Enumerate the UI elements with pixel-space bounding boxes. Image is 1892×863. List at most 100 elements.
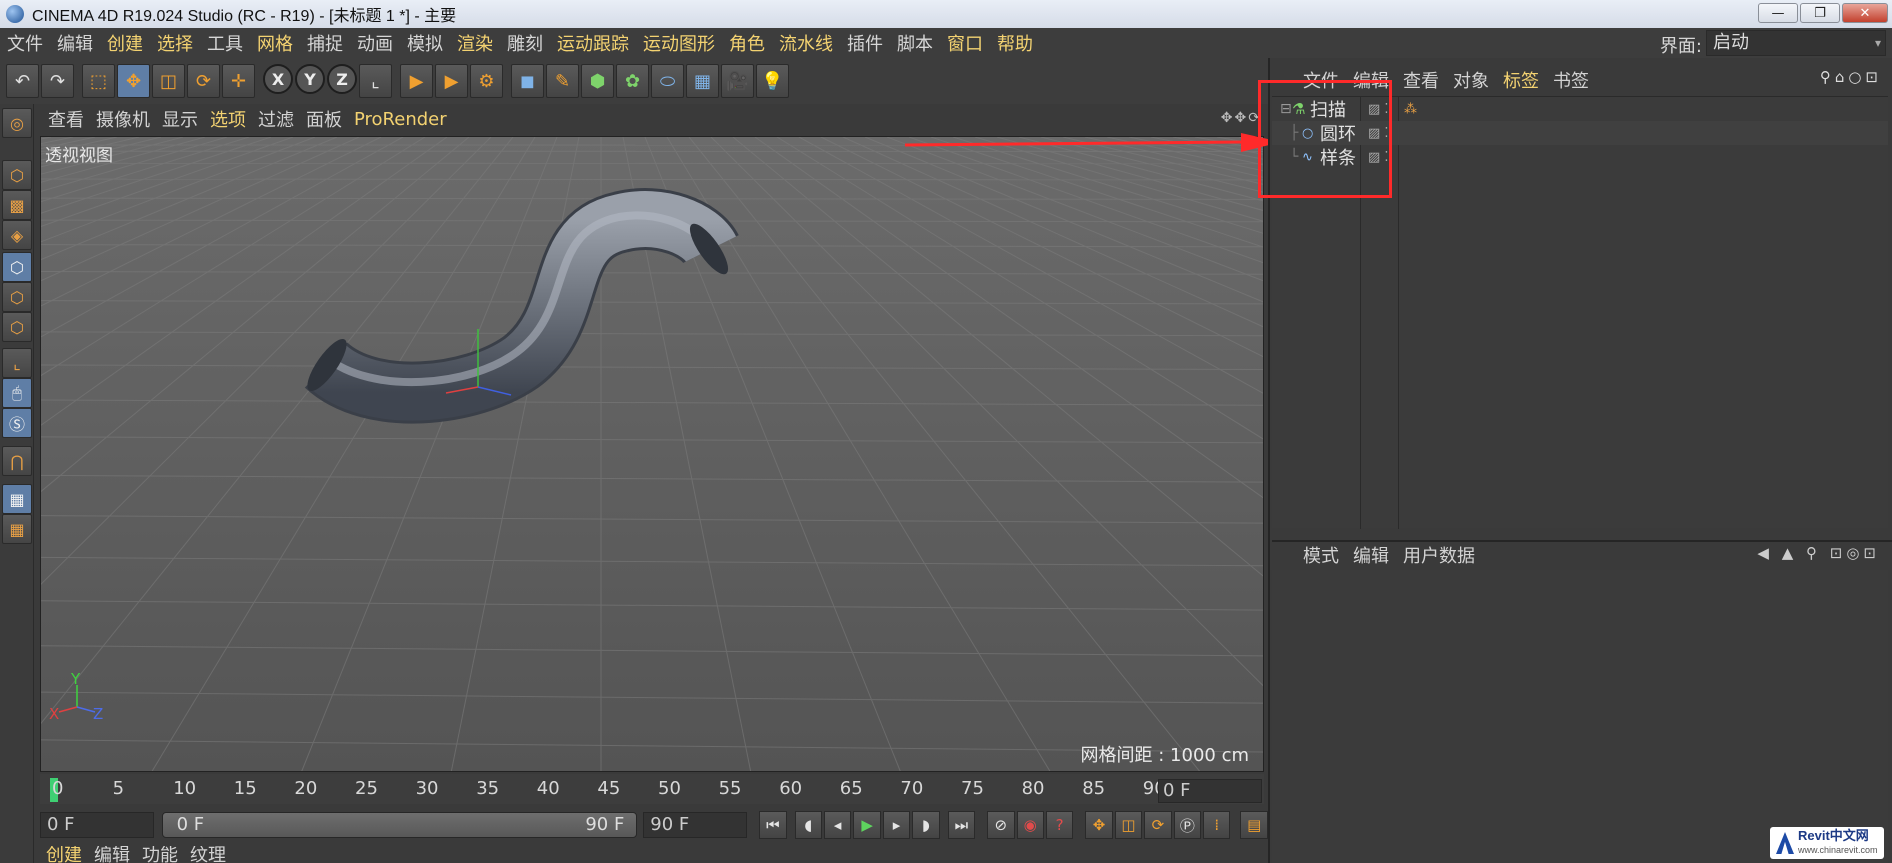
perspective-viewport[interactable]: Y X Z 透视视图 网格间距 : 1000 cm [40, 136, 1264, 772]
move-tool-icon[interactable]: ✥ [117, 64, 150, 98]
snap-icon[interactable]: ⋂ [2, 446, 32, 476]
x-axis-lock-button[interactable]: X [263, 64, 293, 94]
menu-item[interactable]: 工具 [200, 30, 250, 56]
phong-tag-icon[interactable]: ⁂ [1404, 102, 1417, 117]
pen-spline-icon[interactable]: ✎ [546, 64, 579, 98]
menu-item[interactable]: 脚本 [890, 30, 940, 56]
menu-item[interactable]: 动画 [350, 30, 400, 56]
attribute-manager-menu-item[interactable]: 用户数据 [1396, 542, 1482, 568]
attribute-manager-toolbar-icons[interactable]: ◀ ▲ ⚲ ⊡◎⊡ [1757, 544, 1880, 562]
object-manager-menu-item[interactable]: 对象 [1446, 67, 1496, 93]
attribute-manager-menu-item[interactable]: 编辑 [1346, 542, 1396, 568]
redo-button[interactable]: ↷ [41, 64, 74, 98]
points-mode-icon[interactable]: ⬡ [2, 252, 32, 282]
camera-icon[interactable]: 🎥 [721, 64, 754, 98]
next-frame-icon[interactable]: ▸ [882, 811, 911, 839]
subdivision-surface-icon[interactable]: ⬢ [581, 64, 614, 98]
recent-tool-icon[interactable]: ✛ [222, 64, 255, 98]
object-manager-menu-item[interactable]: 书签 [1546, 67, 1596, 93]
menu-item[interactable]: 窗口 [940, 30, 990, 56]
bottom-tab[interactable]: 创建 [40, 846, 88, 863]
menu-item[interactable]: 网格 [250, 30, 300, 56]
menu-item[interactable]: 选择 [150, 30, 200, 56]
viewport-menu-item[interactable]: 过滤 [252, 106, 300, 132]
attribute-manager-menu-item[interactable]: 模式 [1296, 542, 1346, 568]
menu-item[interactable]: 插件 [840, 30, 890, 56]
restore-button[interactable]: ❐ [1800, 3, 1840, 23]
menu-item[interactable]: 雕刻 [500, 30, 550, 56]
object-manager-menu-item[interactable]: 查看 [1396, 67, 1446, 93]
coordinate-system-icon[interactable]: ⌞ [359, 64, 392, 98]
object-manager-menu-item[interactable]: 标签 [1496, 67, 1546, 93]
tweak-mode-icon[interactable]: 🖱 [2, 378, 32, 408]
menu-item[interactable]: 文件 [0, 30, 50, 56]
render-picture-viewer-icon[interactable]: ▶ [435, 64, 468, 98]
menu-item[interactable]: 运动跟踪 [550, 30, 636, 56]
make-editable-icon[interactable]: ◎ [2, 108, 32, 138]
rotate-tool-icon[interactable]: ⟳ [187, 64, 220, 98]
keyframe-selection-icon[interactable]: ? [1045, 811, 1074, 839]
end-frame-field[interactable]: 90 F [643, 812, 748, 838]
viewport-menu-item[interactable]: 面板 [300, 106, 348, 132]
scale-tool-icon[interactable]: ◫ [152, 64, 185, 98]
solo-mode-icon[interactable]: Ⓢ [2, 408, 32, 438]
floor-scene-icon[interactable]: ▦ [686, 64, 719, 98]
record-keys-icon[interactable]: ⊘ [987, 811, 1015, 839]
menu-item[interactable]: 帮助 [990, 30, 1040, 56]
key-pla-icon[interactable]: ⁞ [1203, 811, 1231, 839]
viewport-menu-item[interactable]: ProRender [348, 109, 453, 130]
bottom-tab[interactable]: 编辑 [88, 846, 136, 863]
workplane-lock-icon[interactable]: ▦ [2, 484, 32, 514]
play-forward-icon[interactable]: ▶ [853, 811, 881, 839]
menu-item[interactable]: 运动图形 [636, 30, 722, 56]
bottom-tab[interactable]: 纹理 [184, 846, 232, 863]
texture-mode-icon[interactable]: ▩ [2, 190, 32, 220]
viewport-menu-item[interactable]: 查看 [42, 106, 90, 132]
viewport-navigation-icons[interactable]: ✥✥⟳ [1221, 110, 1262, 126]
edges-mode-icon[interactable]: ⬡ [2, 282, 32, 312]
bottom-tab[interactable]: 功能 [136, 846, 184, 863]
axis-mode-icon[interactable]: ⌞ [2, 348, 32, 378]
z-axis-lock-button[interactable]: Z [327, 64, 357, 94]
next-key-icon[interactable]: ◗ [912, 811, 940, 839]
undo-button[interactable]: ↶ [6, 64, 39, 98]
key-scale-icon[interactable]: ◫ [1114, 811, 1143, 839]
live-selection-icon[interactable]: ⬚ [82, 64, 115, 98]
start-frame-field[interactable]: 0 F [40, 812, 154, 838]
close-button[interactable]: ✕ [1842, 3, 1888, 23]
menu-item[interactable]: 渲染 [450, 30, 500, 56]
cloner-icon[interactable]: ✿ [616, 64, 649, 98]
workplane-align-icon[interactable]: ▦ [2, 514, 32, 544]
key-rotation-icon[interactable]: ⟳ [1144, 811, 1172, 839]
go-to-start-icon[interactable]: ⏮ [759, 811, 787, 839]
previous-key-icon[interactable]: ◖ [794, 811, 822, 839]
menu-item[interactable]: 角色 [722, 30, 772, 56]
deformer-icon[interactable]: ⬭ [651, 64, 684, 98]
menu-item[interactable]: 流水线 [772, 30, 840, 56]
viewport-menu-item[interactable]: 摄像机 [90, 106, 156, 132]
timeline-ruler[interactable]: 0 5 10 15 20 25 30 35 40 45 50 55 60 65 70 75 80 85 90 [40, 774, 1264, 804]
key-parameter-icon[interactable]: Ⓟ [1173, 811, 1202, 839]
previous-frame-icon[interactable]: ◂ [823, 811, 852, 839]
autokeying-icon[interactable]: ◉ [1016, 811, 1044, 839]
go-to-end-icon[interactable]: ⏭ [947, 811, 976, 839]
workplane-mode-icon[interactable]: ◈ [2, 220, 32, 250]
menu-item[interactable]: 模拟 [400, 30, 450, 56]
layout-select[interactable]: 启动 ▾ [1706, 30, 1886, 56]
menu-item[interactable]: 编辑 [50, 30, 100, 56]
menu-item[interactable]: 捕捉 [300, 30, 350, 56]
menu-item[interactable]: 创建 [100, 30, 150, 56]
timeline-window-icon[interactable]: ▤ [1240, 811, 1268, 839]
object-manager-toolbar-icons[interactable]: ⚲⌂○⊡ [1820, 68, 1882, 86]
y-axis-lock-button[interactable]: Y [295, 64, 325, 94]
render-settings-icon[interactable]: ⚙ [470, 64, 503, 98]
key-position-icon[interactable]: ✥ [1085, 811, 1113, 839]
frame-range-slider[interactable]: 0 F 90 F [161, 812, 638, 838]
render-view-icon[interactable]: ▶ [400, 64, 433, 98]
model-mode-icon[interactable]: ⬡ [2, 160, 32, 190]
current-frame-field[interactable]: 0 F [1158, 779, 1262, 803]
viewport-menu-item[interactable]: 选项 [204, 106, 252, 132]
polygons-mode-icon[interactable]: ⬡ [2, 312, 32, 342]
cube-primitive-icon[interactable]: ◼ [511, 64, 544, 98]
minimize-button[interactable]: — [1758, 3, 1798, 23]
